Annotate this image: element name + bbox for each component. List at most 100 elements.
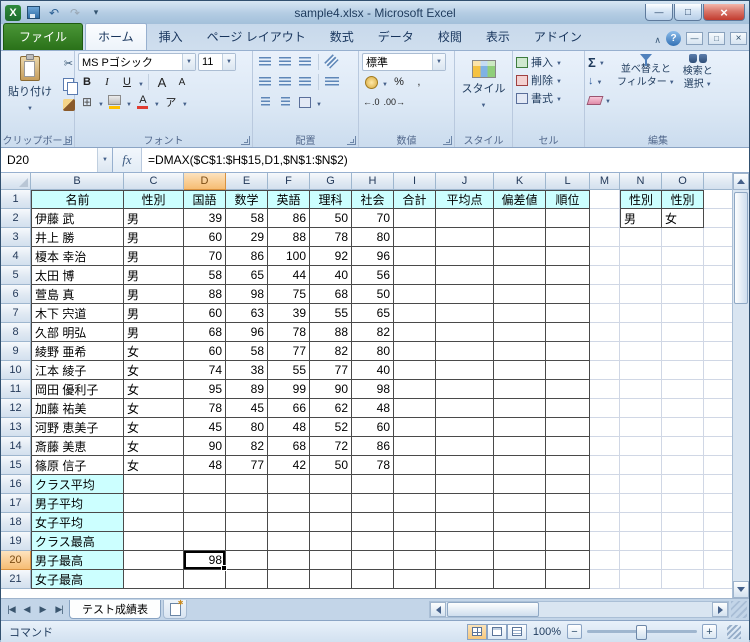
normal-view-button[interactable] xyxy=(467,624,487,640)
cell-G18[interactable] xyxy=(310,513,352,532)
cell-F6[interactable]: 75 xyxy=(268,285,310,304)
cell-F21[interactable] xyxy=(268,570,310,589)
grow-font-button[interactable]: A xyxy=(153,73,171,91)
cell-J3[interactable] xyxy=(436,228,494,247)
cell-C8[interactable]: 男 xyxy=(124,323,184,342)
cell-F4[interactable]: 100 xyxy=(268,247,310,266)
tab-split-handle[interactable] xyxy=(731,601,747,618)
first-sheet-icon[interactable] xyxy=(3,602,19,618)
align-bottom-button[interactable] xyxy=(296,53,314,71)
cell-C3[interactable]: 男 xyxy=(124,228,184,247)
cell-G1[interactable]: 理科 xyxy=(310,190,352,209)
vertical-scrollbar-thumb[interactable] xyxy=(734,192,748,304)
cell-filler[interactable] xyxy=(704,304,734,323)
zoom-slider-track[interactable] xyxy=(587,630,697,633)
cell-I7[interactable] xyxy=(394,304,436,323)
cell-B13[interactable]: 河野 恵美子 xyxy=(31,418,124,437)
cell-B6[interactable]: 萱島 真 xyxy=(31,285,124,304)
customize-qat-dropdown-icon[interactable] xyxy=(87,5,105,21)
cell-K19[interactable] xyxy=(494,532,546,551)
cell-N2[interactable]: 男 xyxy=(620,209,662,228)
cell-filler[interactable] xyxy=(704,247,734,266)
cell-E19[interactable] xyxy=(226,532,268,551)
cell-C2[interactable]: 男 xyxy=(124,209,184,228)
cell-F20[interactable] xyxy=(268,551,310,570)
row-header-18[interactable]: 18 xyxy=(1,513,31,532)
cell-filler[interactable] xyxy=(704,285,734,304)
cell-L2[interactable] xyxy=(546,209,590,228)
cell-D8[interactable]: 68 xyxy=(184,323,226,342)
cell-F11[interactable]: 99 xyxy=(268,380,310,399)
cell-H4[interactable]: 96 xyxy=(352,247,394,266)
redo-button[interactable] xyxy=(66,5,84,21)
cell-L6[interactable] xyxy=(546,285,590,304)
cell-J19[interactable] xyxy=(436,532,494,551)
cell-C1[interactable]: 性別 xyxy=(124,190,184,209)
cell-I5[interactable] xyxy=(394,266,436,285)
cell-J8[interactable] xyxy=(436,323,494,342)
cell-filler[interactable] xyxy=(704,418,734,437)
cell-O17[interactable] xyxy=(662,494,704,513)
cell-H3[interactable]: 80 xyxy=(352,228,394,247)
row-header-20[interactable]: 20 xyxy=(1,551,31,570)
cell-E1[interactable]: 数学 xyxy=(226,190,268,209)
cell-E2[interactable]: 58 xyxy=(226,209,268,228)
delete-cells-button[interactable]: 削除 xyxy=(516,71,581,89)
cell-C11[interactable]: 女 xyxy=(124,380,184,399)
insert-worksheet-tab[interactable] xyxy=(163,600,187,619)
cell-E10[interactable]: 38 xyxy=(226,361,268,380)
horizontal-scrollbar-thumb[interactable] xyxy=(447,602,539,617)
column-header-C[interactable]: C xyxy=(124,173,184,190)
cell-G11[interactable]: 90 xyxy=(310,380,352,399)
cell-B17[interactable]: 男子平均 xyxy=(31,494,124,513)
insert-cells-button[interactable]: 挿入 xyxy=(516,53,581,71)
cell-O7[interactable] xyxy=(662,304,704,323)
cell-M12[interactable] xyxy=(590,399,620,418)
cell-K2[interactable] xyxy=(494,209,546,228)
cell-J11[interactable] xyxy=(436,380,494,399)
align-left-button[interactable] xyxy=(256,73,274,91)
cell-E14[interactable]: 82 xyxy=(226,437,268,456)
cell-D20[interactable]: 98 xyxy=(184,551,226,570)
row-header-21[interactable]: 21 xyxy=(1,570,31,589)
cell-filler[interactable] xyxy=(704,513,734,532)
cell-L18[interactable] xyxy=(546,513,590,532)
cell-O5[interactable] xyxy=(662,266,704,285)
cell-K12[interactable] xyxy=(494,399,546,418)
cell-O19[interactable] xyxy=(662,532,704,551)
cell-C21[interactable] xyxy=(124,570,184,589)
cell-L9[interactable] xyxy=(546,342,590,361)
cell-B8[interactable]: 久部 明弘 xyxy=(31,323,124,342)
cell-J15[interactable] xyxy=(436,456,494,475)
cell-G5[interactable]: 40 xyxy=(310,266,352,285)
cell-K1[interactable]: 偏差値 xyxy=(494,190,546,209)
cell-C7[interactable]: 男 xyxy=(124,304,184,323)
cell-I16[interactable] xyxy=(394,475,436,494)
cell-L11[interactable] xyxy=(546,380,590,399)
cell-J7[interactable] xyxy=(436,304,494,323)
cell-E4[interactable]: 86 xyxy=(226,247,268,266)
cell-L8[interactable] xyxy=(546,323,590,342)
cell-O9[interactable] xyxy=(662,342,704,361)
zoom-out-button[interactable] xyxy=(567,624,582,639)
cell-I8[interactable] xyxy=(394,323,436,342)
fill-button[interactable] xyxy=(588,72,611,90)
row-header-4[interactable]: 4 xyxy=(1,247,31,266)
cell-L15[interactable] xyxy=(546,456,590,475)
cell-C15[interactable]: 女 xyxy=(124,456,184,475)
cell-K18[interactable] xyxy=(494,513,546,532)
align-top-button[interactable] xyxy=(256,53,274,71)
cell-N15[interactable] xyxy=(620,456,662,475)
cell-O18[interactable] xyxy=(662,513,704,532)
increase-decimal-button[interactable]: ←.0 xyxy=(362,93,381,111)
cell-J14[interactable] xyxy=(436,437,494,456)
cell-G3[interactable]: 78 xyxy=(310,228,352,247)
cell-N4[interactable] xyxy=(620,247,662,266)
cell-N11[interactable] xyxy=(620,380,662,399)
borders-button[interactable] xyxy=(78,93,96,111)
cell-M9[interactable] xyxy=(590,342,620,361)
horizontal-scrollbar[interactable] xyxy=(429,601,729,618)
cell-I17[interactable] xyxy=(394,494,436,513)
cell-H2[interactable]: 70 xyxy=(352,209,394,228)
cell-I1[interactable]: 合計 xyxy=(394,190,436,209)
